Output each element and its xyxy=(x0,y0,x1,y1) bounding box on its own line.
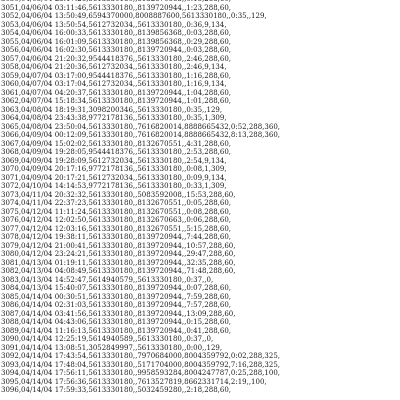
record-line: 3054,04/06/04 16:00:33,5613330180,,81398… xyxy=(1,29,232,37)
record-line: 3089,04/14/04 11:16:13,5613330180,,81397… xyxy=(1,326,232,335)
record-line: 3069,04/09/04 19:28:09,5612732034,,56133… xyxy=(1,156,227,165)
record-line: 3094,04/14/04 17:56:11,5613330180,,99585… xyxy=(1,369,280,377)
record-line: 3058,04/06/04 21:20:36,5612732034,,56133… xyxy=(1,63,227,71)
record-line: 3088,04/14/04 04:43:06,5613330180,,81397… xyxy=(1,318,232,326)
record-line: 3084,04/13/04 15:40:07,5613330180,,81397… xyxy=(1,284,232,292)
record-line: 3093,04/14/04 17:48:04,5613330180,,51717… xyxy=(1,360,280,369)
document-page: 3050,04/05/04 23:17:26,5613330180,,81326… xyxy=(0,0,400,400)
record-line: 3052,04/06/04 13:50:49,6594370000,800888… xyxy=(1,12,267,20)
record-line: 3090,04/14/04 12:25:19,5614940589,,56133… xyxy=(1,335,214,343)
record-line: 3080,04/12/04 23:24:21,5613330180,,81397… xyxy=(1,250,236,258)
record-line: 3053,04/06/04 13:50:54,5612732034,,56133… xyxy=(1,20,227,29)
record-line: 3075,04/12/04 11:11:24,5613330180,,81326… xyxy=(1,207,232,216)
record-line: 3087,04/14/04 03:41:56,5613330180,,81397… xyxy=(1,309,236,318)
record-line: 3066,04/09/04 00:12:09,5613330180,,76168… xyxy=(1,131,280,139)
record-line: 3081,04/13/04 01:19:11,5613330180,,81397… xyxy=(1,258,236,267)
record-line: 3060,04/07/04 03:17:04,5612732034,,56133… xyxy=(1,80,227,88)
record-line: 3095,04/14/04 17:56:36,5613330180,,76135… xyxy=(1,377,267,386)
call-record-list: 3050,04/05/04 23:17:26,5613330180,,81326… xyxy=(1,0,400,395)
record-line: 3055,04/06/04 16:01:09,5613330180,,81398… xyxy=(1,37,232,46)
record-line: 3063,04/08/04 18:19:31,3098200346,,56133… xyxy=(1,105,223,114)
record-line: 3096,04/14/04 17:59:33,5613330180,,50324… xyxy=(1,386,232,394)
record-line: 3067,04/09/04 15:02:02,5613330180,,81326… xyxy=(1,139,232,148)
record-line: 3091,04/14/04 13:08:51,3052849997,,56133… xyxy=(1,343,223,352)
record-line: 3057,04/06/04 21:20:32,9544418376,,56133… xyxy=(1,54,232,63)
record-line: 3082,04/13/04 04:08:49,5613330180,,81397… xyxy=(1,267,236,275)
record-line: 3086,04/14/04 02:31:03,5613330180,,81397… xyxy=(1,301,232,309)
record-line: 3056,04/06/04 16:02:30,5613330180,,81397… xyxy=(1,46,232,54)
record-line: 3064,04/08/04 23:43:38,9772178136,,56133… xyxy=(1,114,227,122)
record-line: 3070,04/09/04 20:17:16,9772178136,,56133… xyxy=(1,165,227,173)
record-line: 3077,04/12/04 12:03:16,5613330180,,81326… xyxy=(1,224,232,233)
record-line: 3078,04/12/04 19:38:11,5613330180,,81397… xyxy=(1,233,232,241)
record-line: 3068,04/09/04 19:28:05,9544418376,,56133… xyxy=(1,148,232,156)
record-line: 3051,04/06/04 03:11:46,5613330180,,81397… xyxy=(1,3,232,12)
record-line: 3085,04/14/04 00:30:51,5613330180,,81397… xyxy=(1,292,232,301)
record-line: 3062,04/07/04 15:18:34,5613330180,,81397… xyxy=(1,97,232,105)
record-line: 3071,04/09/04 20:17:21,5612732034,,56133… xyxy=(1,173,227,182)
record-line: 3092,04/14/04 17:43:54,5613330180,,79706… xyxy=(1,352,280,360)
record-line: 3061,04/07/04 04:20:37,5613330180,,81397… xyxy=(1,88,232,97)
record-line: 3079,04/12/04 21:00:41,5613330180,,81397… xyxy=(1,241,236,250)
record-line: 3073,04/11/04 20:32:32,5613330180,,50835… xyxy=(1,190,236,199)
record-line: 3083,04/13/04 14:52:47,5614940579,,56133… xyxy=(1,275,214,284)
record-line: 3059,04/07/04 03:17:00,9544418376,,56133… xyxy=(1,71,232,80)
record-line: 3074,04/11/04 22:37:23,5613330180,,81326… xyxy=(1,199,232,207)
record-line: 3076,04/12/04 12:02:50,5613330180,,81326… xyxy=(1,216,232,224)
record-line: 3072,04/10/04 14:14:53,9772178136,,56133… xyxy=(1,182,227,190)
record-line: 3065,04/08/04 23:50:04,5613330180,,76168… xyxy=(1,122,280,131)
